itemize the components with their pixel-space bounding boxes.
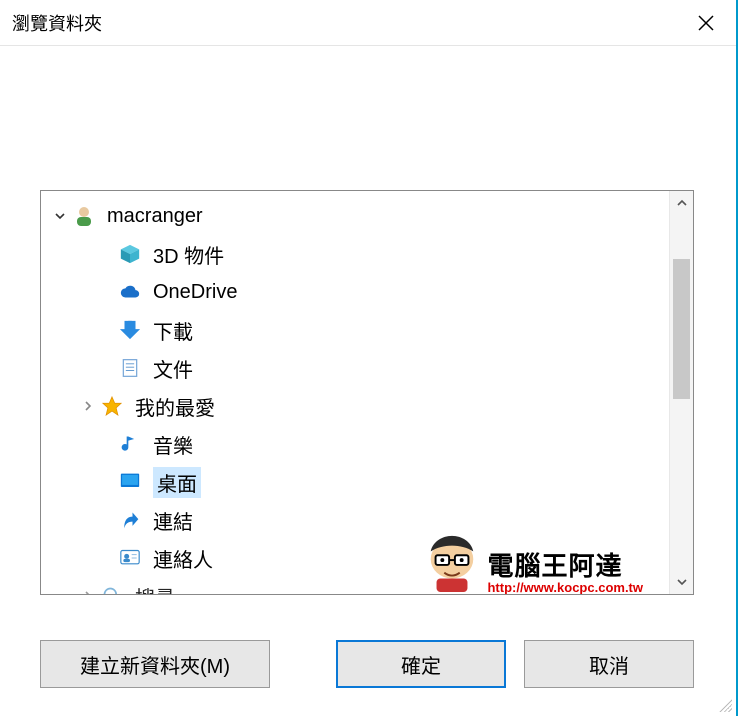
contact-card-icon — [117, 545, 143, 571]
button-row: 建立新資料夾(M) 確定 取消 — [40, 640, 694, 688]
tree-label: 3D 物件 — [153, 240, 224, 269]
tree-label: 連結 — [153, 506, 193, 535]
scroll-thumb[interactable] — [673, 259, 690, 399]
dialog-title: 瀏覽資料夾 — [12, 10, 102, 36]
tree-label: 桌面 — [153, 467, 201, 498]
tree-row-downloads[interactable]: 下載 — [51, 311, 669, 349]
tree-label: 我的最愛 — [135, 392, 215, 421]
desktop-icon — [117, 469, 143, 495]
cube-icon — [117, 241, 143, 267]
tree-label: 搜尋 — [135, 582, 175, 595]
tree-row-onedrive[interactable]: OneDrive — [51, 273, 669, 311]
tree-row-documents[interactable]: 文件 — [51, 349, 669, 387]
resize-grip-icon[interactable] — [718, 698, 732, 712]
cloud-icon — [117, 279, 143, 305]
shortcut-arrow-icon — [117, 507, 143, 533]
tree-row-searches[interactable]: 搜尋 — [51, 577, 669, 594]
tree-row-favorites[interactable]: 我的最愛 — [51, 387, 669, 425]
tree-row-music[interactable]: 音樂 — [51, 425, 669, 463]
document-icon — [117, 355, 143, 381]
tree-row-desktop[interactable]: 桌面 — [51, 463, 669, 501]
tree-panel: macranger 3D 物件 OneDrive — [40, 190, 694, 595]
tree-label: OneDrive — [153, 281, 237, 304]
close-icon[interactable] — [690, 7, 722, 39]
cancel-button[interactable]: 取消 — [524, 640, 694, 688]
search-icon — [99, 583, 125, 594]
user-icon — [71, 203, 97, 229]
tree-label: 下載 — [153, 316, 193, 345]
scrollbar[interactable] — [669, 191, 693, 594]
download-arrow-icon — [117, 317, 143, 343]
tree-row-3d-objects[interactable]: 3D 物件 — [51, 235, 669, 273]
new-folder-button[interactable]: 建立新資料夾(M) — [40, 640, 270, 688]
tree-label: macranger — [107, 205, 203, 228]
tree-label: 連絡人 — [153, 544, 213, 573]
star-icon — [99, 393, 125, 419]
folder-tree[interactable]: macranger 3D 物件 OneDrive — [40, 190, 694, 595]
tree-row-contacts[interactable]: 連絡人 — [51, 539, 669, 577]
titlebar: 瀏覽資料夾 — [0, 0, 736, 46]
tree-row-links[interactable]: 連結 — [51, 501, 669, 539]
tree-label: 文件 — [153, 354, 193, 383]
chevron-right-icon[interactable] — [79, 397, 97, 415]
chevron-right-icon[interactable] — [79, 587, 97, 594]
chevron-down-icon[interactable] — [51, 207, 69, 225]
ok-button[interactable]: 確定 — [336, 640, 506, 688]
tree-label: 音樂 — [153, 430, 193, 459]
scroll-down-icon[interactable] — [670, 570, 693, 594]
music-note-icon — [117, 431, 143, 457]
tree-row-root[interactable]: macranger — [51, 197, 669, 235]
scroll-up-icon[interactable] — [670, 191, 693, 215]
